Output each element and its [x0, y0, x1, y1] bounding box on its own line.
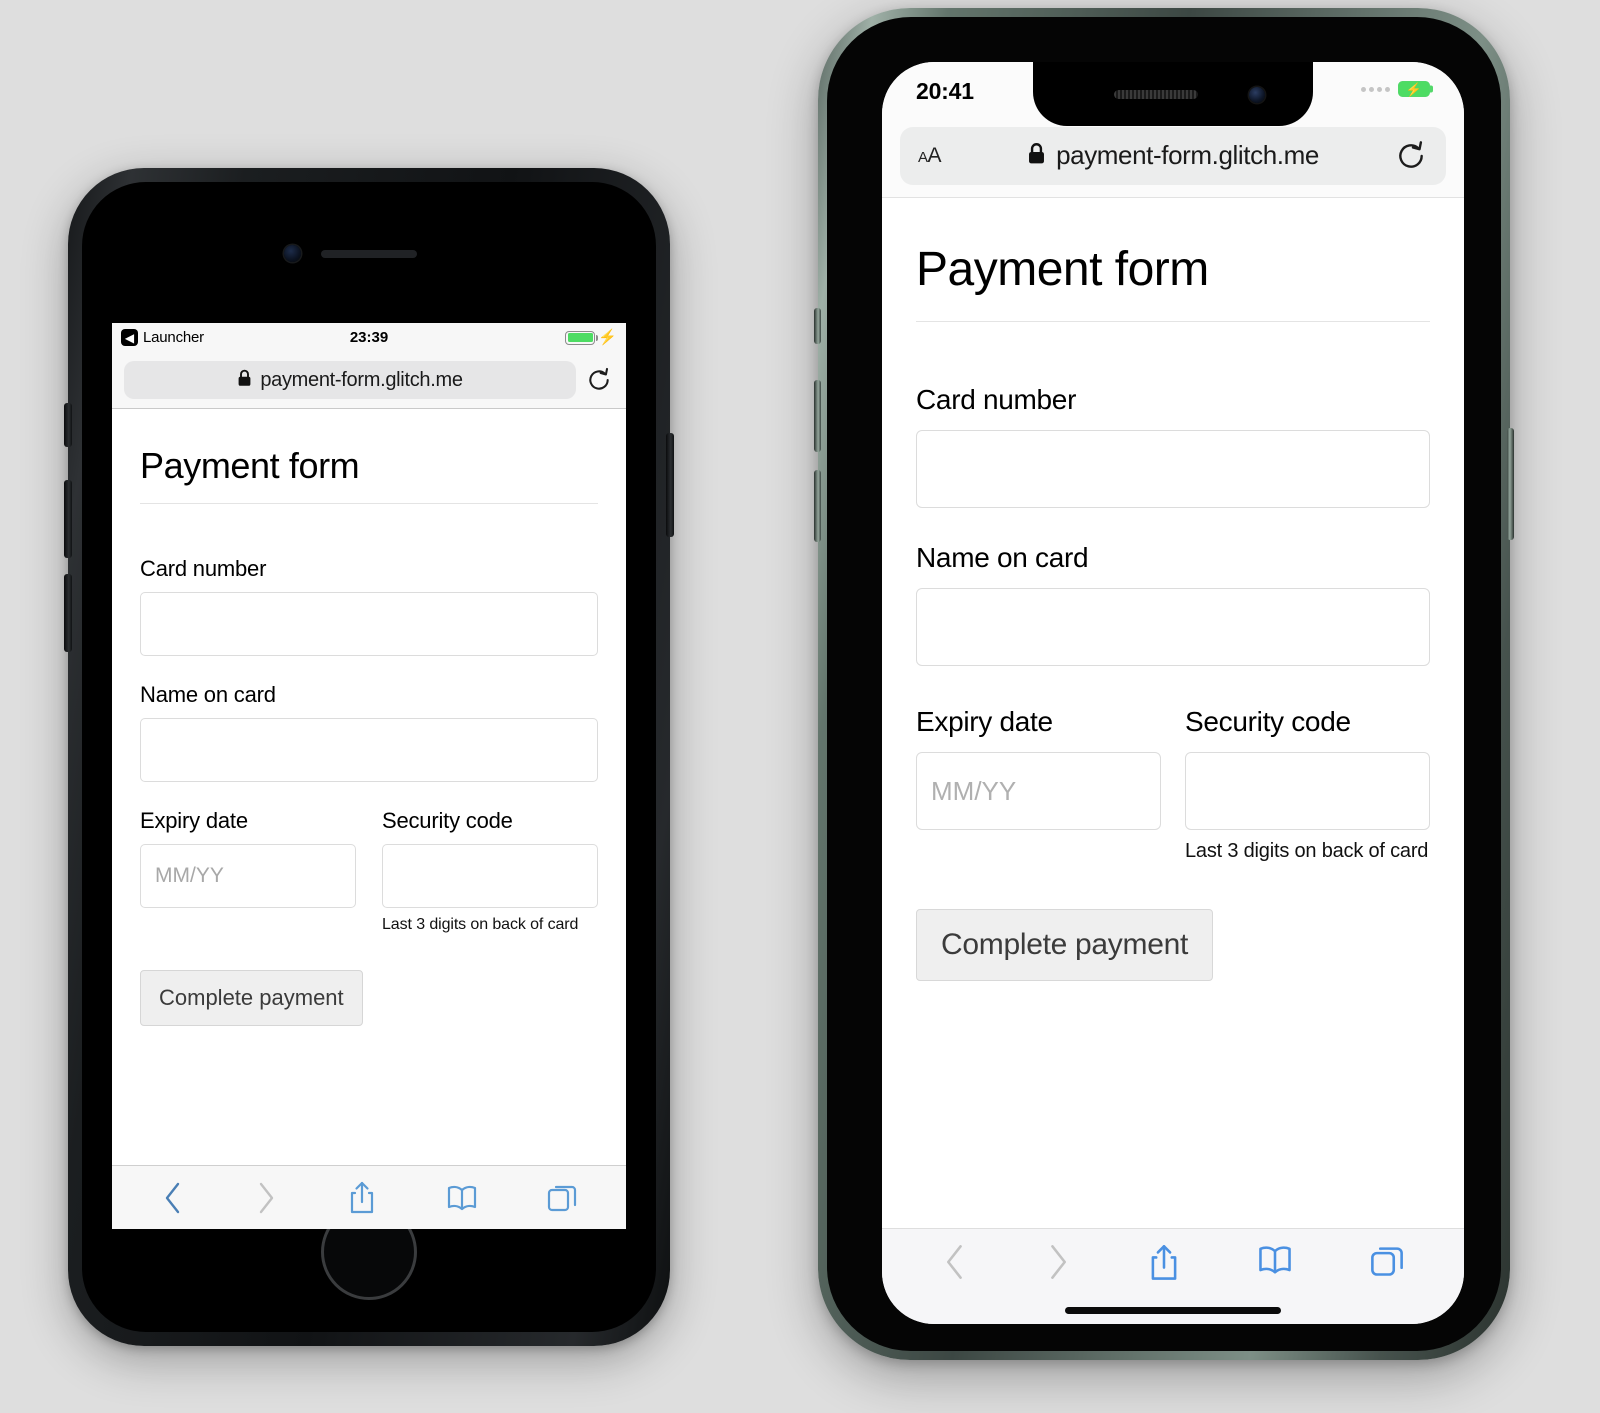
tabs-icon[interactable] — [546, 1182, 578, 1214]
volume-down-button-left[interactable] — [64, 574, 72, 652]
url-text-left: payment-form.glitch.me — [260, 368, 463, 391]
phone-glass-left: ◀ Launcher 23:39 ⚡ payment-form.glitch.m… — [82, 182, 656, 1332]
safari-url-bar-right: AA payment-form.glitch.me — [882, 126, 1464, 198]
phone-screen-left: ◀ Launcher 23:39 ⚡ payment-form.glitch.m… — [112, 323, 626, 1229]
earpiece-speaker-left — [321, 250, 417, 258]
expiry-security-row-right: Expiry date Security code Last 3 digits … — [916, 706, 1430, 863]
complete-payment-button-right[interactable]: Complete payment — [916, 909, 1213, 981]
chevron-left-icon: ◀ — [121, 329, 138, 346]
chevron-right-icon — [1044, 1243, 1072, 1281]
security-code-input-right[interactable] — [1185, 752, 1430, 830]
mute-switch-right[interactable] — [814, 308, 821, 344]
front-camera-left — [284, 245, 301, 262]
status-time-right: 20:41 — [916, 78, 974, 104]
lock-icon — [1027, 142, 1046, 170]
share-icon[interactable] — [1147, 1243, 1181, 1283]
card-number-field-group-right: Card number — [916, 384, 1430, 508]
security-code-label-right: Security code — [1185, 706, 1351, 737]
power-button-right[interactable] — [1507, 428, 1514, 540]
security-code-input-left[interactable] — [382, 844, 598, 908]
share-icon[interactable] — [347, 1180, 377, 1216]
security-code-hint-right: Last 3 digits on back of card — [1185, 840, 1429, 862]
status-indicators-left: ⚡ — [565, 330, 617, 345]
reload-icon[interactable] — [584, 365, 614, 395]
chevron-left-icon — [941, 1243, 969, 1281]
volume-down-button-right[interactable] — [814, 470, 821, 542]
card-number-field-group-left: Card number — [140, 556, 598, 656]
expiry-security-row-left: Expiry date Security code Last 3 digits … — [140, 808, 598, 934]
phone-screen-right: 20:41 ⚡ AA payment-form.glitch.me Paymen… — [882, 62, 1464, 1324]
address-bar-left[interactable]: payment-form.glitch.me — [124, 361, 576, 399]
ios-status-bar-left: ◀ Launcher 23:39 ⚡ — [112, 323, 626, 352]
url-text-right: payment-form.glitch.me — [1056, 140, 1319, 170]
phone-device-left: ◀ Launcher 23:39 ⚡ payment-form.glitch.m… — [64, 168, 674, 1346]
mute-switch-left[interactable] — [64, 403, 72, 447]
web-page-right: Payment form Card number Name on card Ex… — [882, 198, 1464, 1228]
book-icon[interactable] — [445, 1183, 479, 1213]
launcher-label: Launcher — [143, 329, 204, 346]
url-display-right: payment-form.glitch.me — [900, 140, 1446, 171]
status-indicators-right: ⚡ — [1361, 78, 1430, 97]
page-title-right: Payment form — [916, 242, 1430, 322]
security-code-label-left: Security code — [382, 808, 513, 833]
expiry-date-field-group-left: Expiry date — [140, 808, 356, 934]
back-to-launcher-button[interactable]: ◀ Launcher — [121, 329, 204, 346]
chevron-left-icon[interactable] — [160, 1181, 186, 1215]
lightning-bolt-icon: ⚡ — [598, 329, 617, 346]
text-size-button-right[interactable]: AA — [918, 144, 942, 168]
volume-up-button-left[interactable] — [64, 480, 72, 558]
signal-dots-icon — [1361, 86, 1390, 92]
security-code-field-group-right: Security code Last 3 digits on back of c… — [1185, 706, 1430, 863]
security-code-field-group-left: Security code Last 3 digits on back of c… — [382, 808, 598, 934]
front-camera-right — [1249, 87, 1265, 103]
notch-right — [1033, 62, 1313, 126]
safari-toolbar-left — [112, 1165, 626, 1229]
expiry-date-input-left[interactable] — [140, 844, 356, 908]
safari-toolbar-right — [882, 1228, 1464, 1324]
name-on-card-field-group-left: Name on card — [140, 682, 598, 782]
home-indicator-right[interactable] — [1065, 1307, 1281, 1314]
expiry-date-label-right: Expiry date — [916, 706, 1053, 737]
address-bar-right[interactable]: AA payment-form.glitch.me — [900, 126, 1446, 185]
card-number-label-right: Card number — [916, 384, 1077, 415]
chevron-right-icon — [253, 1181, 279, 1215]
earpiece-speaker-right — [1114, 90, 1199, 99]
name-on-card-input-left[interactable] — [140, 718, 598, 782]
name-on-card-label-left: Name on card — [140, 682, 276, 707]
complete-payment-button-left[interactable]: Complete payment — [140, 970, 363, 1026]
card-number-input-left[interactable] — [140, 592, 598, 656]
volume-up-button-right[interactable] — [814, 380, 821, 452]
page-title-left: Payment form — [140, 445, 598, 504]
tabs-icon[interactable] — [1369, 1243, 1405, 1279]
security-code-hint-left: Last 3 digits on back of card — [382, 916, 579, 933]
lock-icon — [237, 369, 252, 392]
phone-glass-right: 20:41 ⚡ AA payment-form.glitch.me Paymen… — [827, 17, 1501, 1351]
phone-device-right: 20:41 ⚡ AA payment-form.glitch.me Paymen… — [814, 8, 1514, 1360]
book-icon[interactable] — [1256, 1243, 1294, 1277]
name-on-card-field-group-right: Name on card — [916, 542, 1430, 666]
name-on-card-input-right[interactable] — [916, 588, 1430, 666]
screenshot-stage: ◀ Launcher 23:39 ⚡ payment-form.glitch.m… — [0, 0, 1600, 1413]
name-on-card-label-right: Name on card — [916, 542, 1089, 573]
card-number-label-left: Card number — [140, 556, 267, 581]
safari-url-bar-left: payment-form.glitch.me — [112, 352, 626, 409]
expiry-date-label-left: Expiry date — [140, 808, 248, 833]
battery-charging-icon: ⚡ — [1398, 81, 1430, 97]
power-button-left[interactable] — [666, 433, 674, 537]
expiry-date-input-right[interactable] — [916, 752, 1161, 830]
web-page-left: Payment form Card number Name on card Ex… — [112, 409, 626, 1165]
status-time-left: 23:39 — [349, 329, 389, 346]
card-number-input-right[interactable] — [916, 430, 1430, 508]
reload-icon[interactable] — [1394, 139, 1428, 173]
battery-charging-icon — [565, 330, 596, 345]
expiry-date-field-group-right: Expiry date — [916, 706, 1161, 863]
